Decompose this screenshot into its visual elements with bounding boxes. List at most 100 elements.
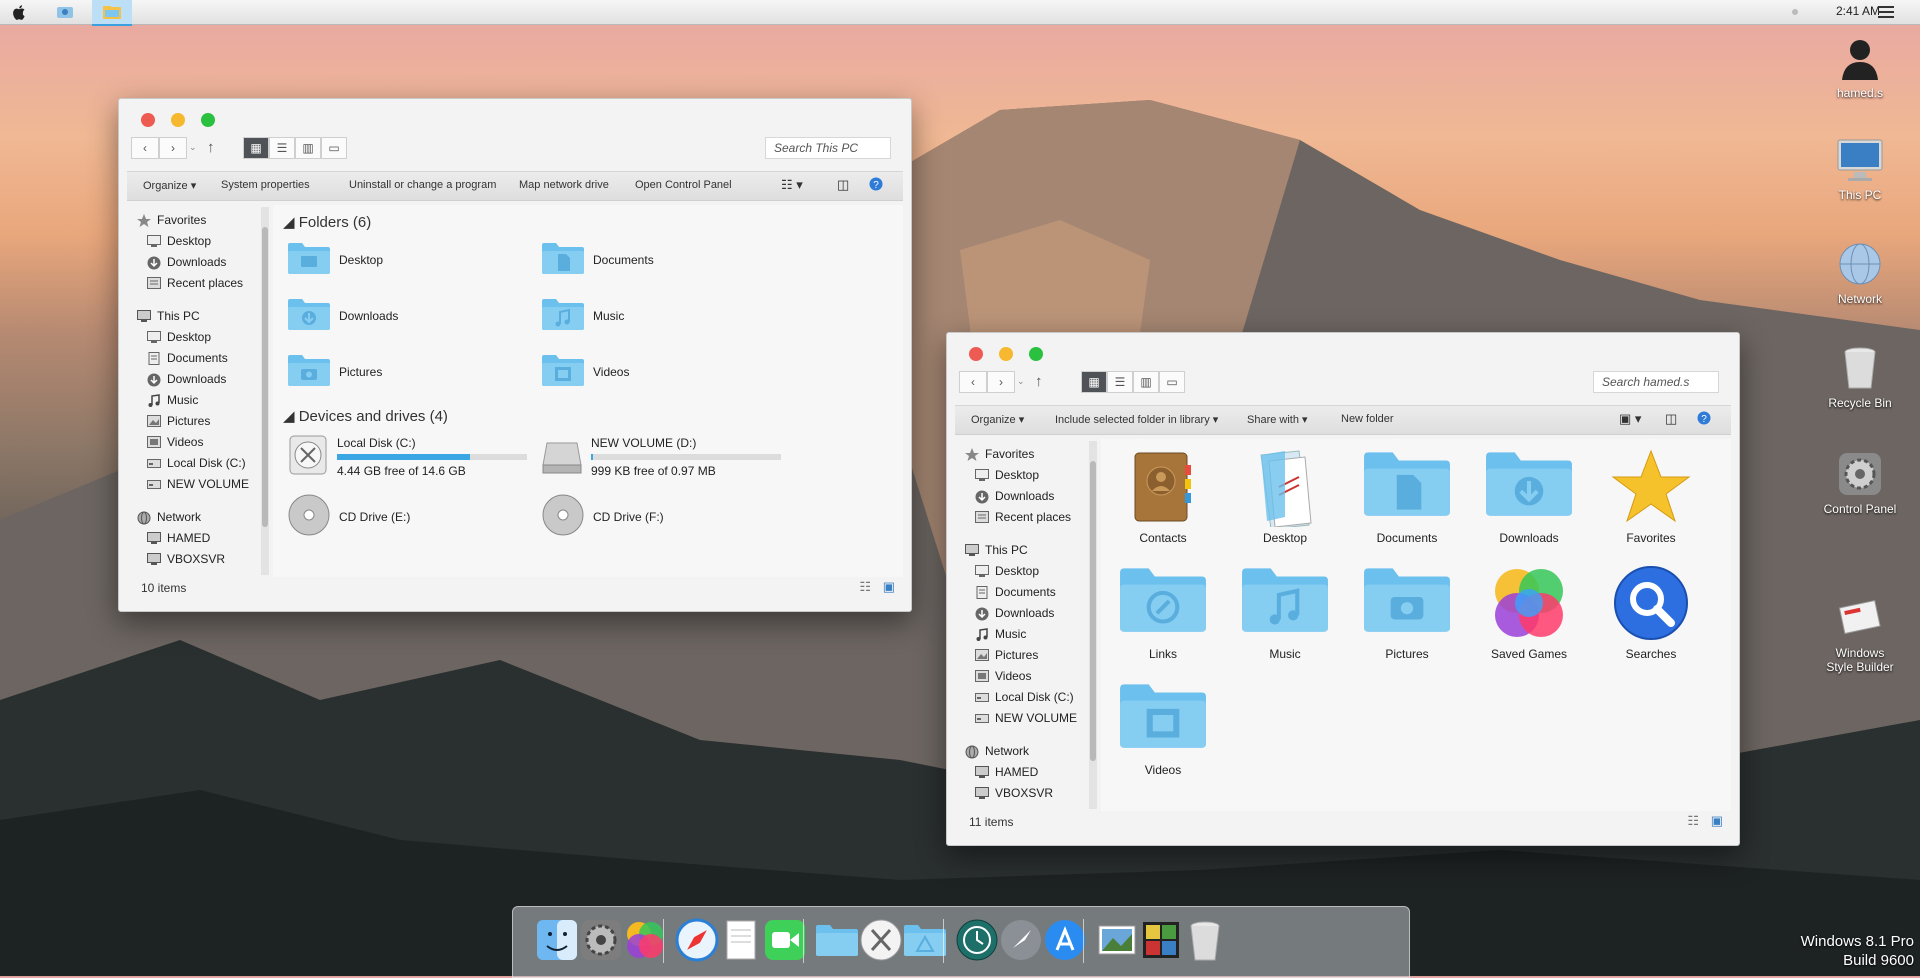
nav-item-new-volume[interactable]: NEW VOLUME	[975, 709, 1077, 727]
icon-view-button[interactable]: ▦	[1081, 371, 1107, 393]
explorer-taskbar-icon[interactable]	[92, 0, 132, 26]
nav-item-desktop[interactable]: Desktop	[975, 466, 1039, 484]
item-favorites[interactable]: Favorites	[1601, 447, 1701, 545]
zoom-button[interactable]	[201, 113, 215, 127]
change-view-icon[interactable]: ▣ ▾	[1619, 411, 1641, 427]
nav-item-vboxsvr[interactable]: VBOXSVR	[147, 550, 225, 568]
map-network-drive-button[interactable]: Map network drive	[519, 179, 609, 191]
nav-item-this-pc[interactable]: This PC	[137, 307, 200, 325]
nav-item-this-pc[interactable]: This PC	[965, 541, 1028, 559]
nav-item-desktop[interactable]: Desktop	[147, 328, 211, 346]
item-downloads[interactable]: Downloads	[1479, 447, 1579, 545]
nav-item-recent-places[interactable]: Recent places	[975, 508, 1071, 526]
system-properties-button[interactable]: System properties	[221, 179, 310, 191]
item-music[interactable]: Music	[1235, 563, 1335, 661]
item-searches[interactable]: Searches	[1601, 563, 1701, 661]
preview-pane-icon[interactable]: ◫	[837, 177, 849, 193]
nav-item-downloads[interactable]: Downloads	[147, 370, 226, 388]
item-pictures[interactable]: Pictures	[1357, 563, 1457, 661]
nav-item-hamed[interactable]: HAMED	[975, 763, 1038, 781]
large-icons-view-icon[interactable]: ▣	[883, 579, 895, 595]
back-button[interactable]: ‹	[959, 371, 987, 393]
preview-icon[interactable]	[1093, 915, 1141, 965]
close-button[interactable]	[969, 347, 983, 361]
drives-group-header[interactable]: ◢ Devices and drives (4)	[283, 407, 448, 425]
help-icon[interactable]: ?	[1697, 411, 1711, 428]
notification-center-icon[interactable]	[1874, 0, 1898, 24]
organize-button[interactable]: Organize ▾	[971, 413, 1024, 426]
nav-item-favorites[interactable]: Favorites	[965, 445, 1034, 463]
nav-item-videos[interactable]: Videos	[975, 667, 1031, 685]
search-input[interactable]: Search hamed.s	[1593, 371, 1719, 393]
close-button[interactable]	[141, 113, 155, 127]
change-view-icon[interactable]: ☷ ▾	[781, 177, 803, 193]
back-button[interactable]: ‹	[131, 137, 159, 159]
list-view-button[interactable]: ☰	[269, 137, 295, 159]
item-contacts[interactable]: Contacts	[1113, 447, 1213, 545]
nav-item-videos[interactable]: Videos	[147, 433, 203, 451]
apple-menu-icon[interactable]	[8, 0, 32, 24]
desktop-icon-network[interactable]: Network	[1810, 240, 1910, 306]
facetime-icon[interactable]	[761, 915, 809, 965]
list-view-button[interactable]: ☰	[1107, 371, 1133, 393]
drive-new-volume-d[interactable]: NEW VOLUME (D:) 999 KB free of 0.97 MB	[541, 433, 781, 480]
item-videos[interactable]: Videos	[1113, 679, 1213, 777]
nav-item-hamed[interactable]: HAMED	[147, 529, 210, 547]
app-shortcut-icon[interactable]	[50, 0, 80, 24]
icon-view-button[interactable]: ▦	[243, 137, 269, 159]
forward-button[interactable]: ›	[159, 137, 187, 159]
item-documents[interactable]: Documents	[1357, 447, 1457, 545]
drive-cd-e[interactable]: CD Drive (E:)	[287, 493, 410, 540]
nav-item-downloads[interactable]: Downloads	[975, 604, 1054, 622]
new-folder-button[interactable]: New folder	[1341, 413, 1394, 425]
launchpad-icon[interactable]	[997, 915, 1045, 965]
time-machine-icon[interactable]	[953, 915, 1001, 965]
nav-scrollbar[interactable]	[261, 207, 269, 575]
app-store-icon[interactable]	[1041, 915, 1089, 965]
folder-pictures[interactable]: Pictures	[287, 353, 382, 390]
minimize-button[interactable]	[171, 113, 185, 127]
folder-desktop[interactable]: Desktop	[287, 241, 383, 278]
uninstall-program-button[interactable]: Uninstall or change a program	[349, 179, 496, 191]
desktop-icon-user[interactable]: hamed.s	[1810, 34, 1910, 100]
nav-item-vboxsvr[interactable]: VBOXSVR	[975, 784, 1053, 802]
open-control-panel-button[interactable]: Open Control Panel	[635, 179, 732, 191]
details-view-icon[interactable]: ☷	[859, 579, 871, 595]
organize-button[interactable]: Organize ▾	[143, 179, 196, 192]
nav-item-desktop[interactable]: Desktop	[147, 232, 211, 250]
column-view-button[interactable]: ▥	[295, 137, 321, 159]
share-with-button[interactable]: Share with ▾	[1247, 413, 1308, 426]
item-saved-games[interactable]: Saved Games	[1479, 563, 1579, 661]
desktop-icon-recycle-bin[interactable]: Recycle Bin	[1810, 344, 1910, 410]
folder-downloads[interactable]: Downloads	[287, 297, 398, 334]
up-arrow-icon[interactable]: ↑	[1035, 373, 1043, 390]
folders-group-header[interactable]: ◢ Folders (6)	[283, 213, 371, 231]
finder-icon[interactable]	[533, 915, 581, 965]
coverflow-view-button[interactable]: ▭	[1159, 371, 1185, 393]
nav-item-music[interactable]: Music	[975, 625, 1026, 643]
preview-pane-icon[interactable]: ◫	[1665, 411, 1677, 427]
desktop-icon-control-panel[interactable]: Control Panel	[1810, 450, 1910, 516]
safari-icon[interactable]	[673, 915, 721, 965]
large-icons-view-icon[interactable]: ▣	[1711, 813, 1723, 829]
drive-cd-f[interactable]: CD Drive (F:)	[541, 493, 664, 540]
history-dropdown-icon[interactable]: ⌄	[189, 142, 197, 153]
nav-item-new-volume[interactable]: NEW VOLUME	[147, 475, 249, 493]
nav-item-downloads[interactable]: Downloads	[975, 487, 1054, 505]
nav-item-documents[interactable]: Documents	[975, 583, 1056, 601]
nav-scrollbar[interactable]	[1089, 441, 1097, 809]
minimize-button[interactable]	[999, 347, 1013, 361]
trash-icon[interactable]	[1181, 915, 1229, 965]
nav-item-favorites[interactable]: Favorites	[137, 211, 206, 229]
desktop-icon-this-pc[interactable]: This PC	[1810, 136, 1910, 202]
system-preferences-icon[interactable]	[577, 915, 625, 965]
nav-item-downloads[interactable]: Downloads	[147, 253, 226, 271]
nav-item-pictures[interactable]: Pictures	[975, 646, 1038, 664]
desktop-icon-style-builder[interactable]: Windows Style Builder	[1810, 566, 1910, 688]
up-arrow-icon[interactable]: ↑	[207, 139, 215, 156]
game-center-icon[interactable]	[621, 915, 669, 965]
column-view-button[interactable]: ▥	[1133, 371, 1159, 393]
search-input[interactable]: Search This PC	[765, 137, 891, 159]
item-links[interactable]: Links	[1113, 563, 1213, 661]
folder-icon[interactable]	[813, 915, 861, 965]
